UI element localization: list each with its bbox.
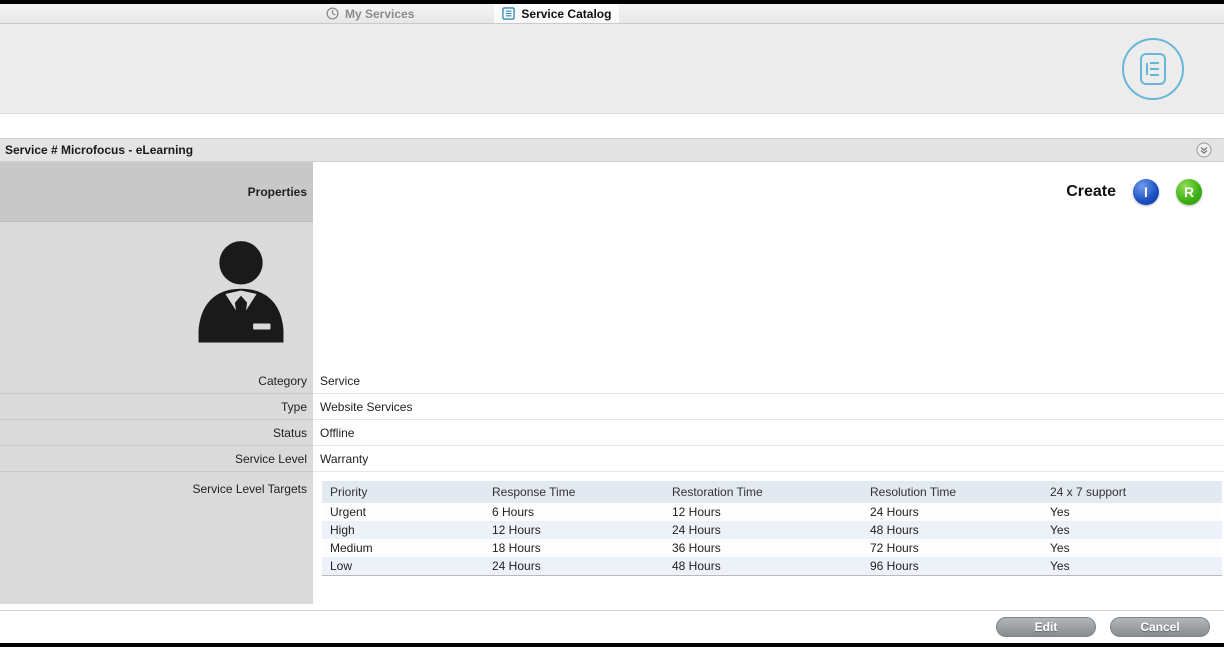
cell: 24 Hours <box>664 521 862 539</box>
field-label: Status <box>273 426 307 440</box>
service-details-panel: Properties Create I R Category Service <box>0 162 1224 604</box>
tab-bar: My Services Service Catalog <box>0 4 1224 24</box>
service-catalog-circle-icon[interactable] <box>1122 38 1184 100</box>
sla-header-row: Priority Response Time Restoration Time … <box>322 481 1222 503</box>
properties-label: Properties <box>248 185 307 199</box>
catalog-icon <box>502 7 515 20</box>
cell: Yes <box>1042 521 1222 539</box>
footer-actions: Edit Cancel <box>0 610 1224 643</box>
create-label: Create <box>1066 183 1116 201</box>
cell: Urgent <box>322 503 484 521</box>
person-suit-icon <box>189 238 293 353</box>
create-actions: Create I R <box>313 162 1224 222</box>
table-row-high: High 12 Hours 24 Hours 48 Hours Yes <box>322 521 1222 539</box>
cell: Yes <box>1042 539 1222 557</box>
field-row-status: Status Offline <box>0 420 1224 446</box>
col-priority: Priority <box>322 481 484 503</box>
field-row-type: Type Website Services <box>0 394 1224 420</box>
cell: Yes <box>1042 557 1222 576</box>
cell: 36 Hours <box>664 539 862 557</box>
col-restoration-time: Restoration Time <box>664 481 862 503</box>
table-row-medium: Medium 18 Hours 36 Hours 72 Hours Yes <box>322 539 1222 557</box>
cancel-button[interactable]: Cancel <box>1110 617 1210 637</box>
sla-table: Priority Response Time Restoration Time … <box>322 481 1222 576</box>
avatar-row <box>0 222 1224 368</box>
edit-button[interactable]: Edit <box>996 617 1096 637</box>
field-value: Offline <box>320 426 354 440</box>
avatar-cell <box>0 222 313 368</box>
cell: Low <box>322 557 484 576</box>
cell: 24 Hours <box>484 557 664 576</box>
service-level-targets-row: Service Level Targets Priority Response … <box>0 472 1224 604</box>
cell: 12 Hours <box>664 503 862 521</box>
targets-label: Service Level Targets <box>192 482 307 496</box>
page-title: Service # Microfocus - eLearning <box>5 143 193 157</box>
cell: 24 Hours <box>862 503 1042 521</box>
field-value: Service <box>320 374 360 388</box>
col-response-time: Response Time <box>484 481 664 503</box>
tab-my-services[interactable]: My Services <box>318 4 422 23</box>
cell: High <box>322 521 484 539</box>
cell: 18 Hours <box>484 539 664 557</box>
cell: 48 Hours <box>862 521 1042 539</box>
col-24x7-support: 24 x 7 support <box>1042 481 1222 503</box>
tab-label: Service Catalog <box>521 7 611 21</box>
cell: Yes <box>1042 503 1222 521</box>
bottom-border-bar <box>0 643 1224 647</box>
cell: 6 Hours <box>484 503 664 521</box>
table-row-urgent: Urgent 6 Hours 12 Hours 24 Hours Yes <box>322 503 1222 521</box>
create-request-button[interactable]: R <box>1176 179 1202 205</box>
cell: 72 Hours <box>862 539 1042 557</box>
panel-header-row: Properties Create I R <box>0 162 1224 222</box>
cell: 48 Hours <box>664 557 862 576</box>
header-banner <box>0 24 1224 114</box>
field-label: Service Level <box>235 452 307 466</box>
field-row-service-level: Service Level Warranty <box>0 446 1224 472</box>
clock-icon <box>326 7 339 20</box>
tab-label: My Services <box>345 7 414 21</box>
chevron-double-down-icon[interactable] <box>1196 142 1212 158</box>
cell: 12 Hours <box>484 521 664 539</box>
cell: 96 Hours <box>862 557 1042 576</box>
section-header: Service # Microfocus - eLearning <box>0 138 1224 162</box>
col-resolution-time: Resolution Time <box>862 481 1042 503</box>
field-label: Category <box>258 374 307 388</box>
field-value: Website Services <box>320 400 412 414</box>
properties-header-cell: Properties <box>0 162 313 222</box>
tab-service-catalog[interactable]: Service Catalog <box>494 4 619 23</box>
spacer <box>0 114 1224 138</box>
avatar-row-spacer <box>313 222 1224 368</box>
field-label: Type <box>281 400 307 414</box>
create-incident-button[interactable]: I <box>1133 179 1159 205</box>
field-row-category: Category Service <box>0 368 1224 394</box>
field-value: Warranty <box>320 452 368 466</box>
table-row-low: Low 24 Hours 48 Hours 96 Hours Yes <box>322 557 1222 576</box>
cell: Medium <box>322 539 484 557</box>
